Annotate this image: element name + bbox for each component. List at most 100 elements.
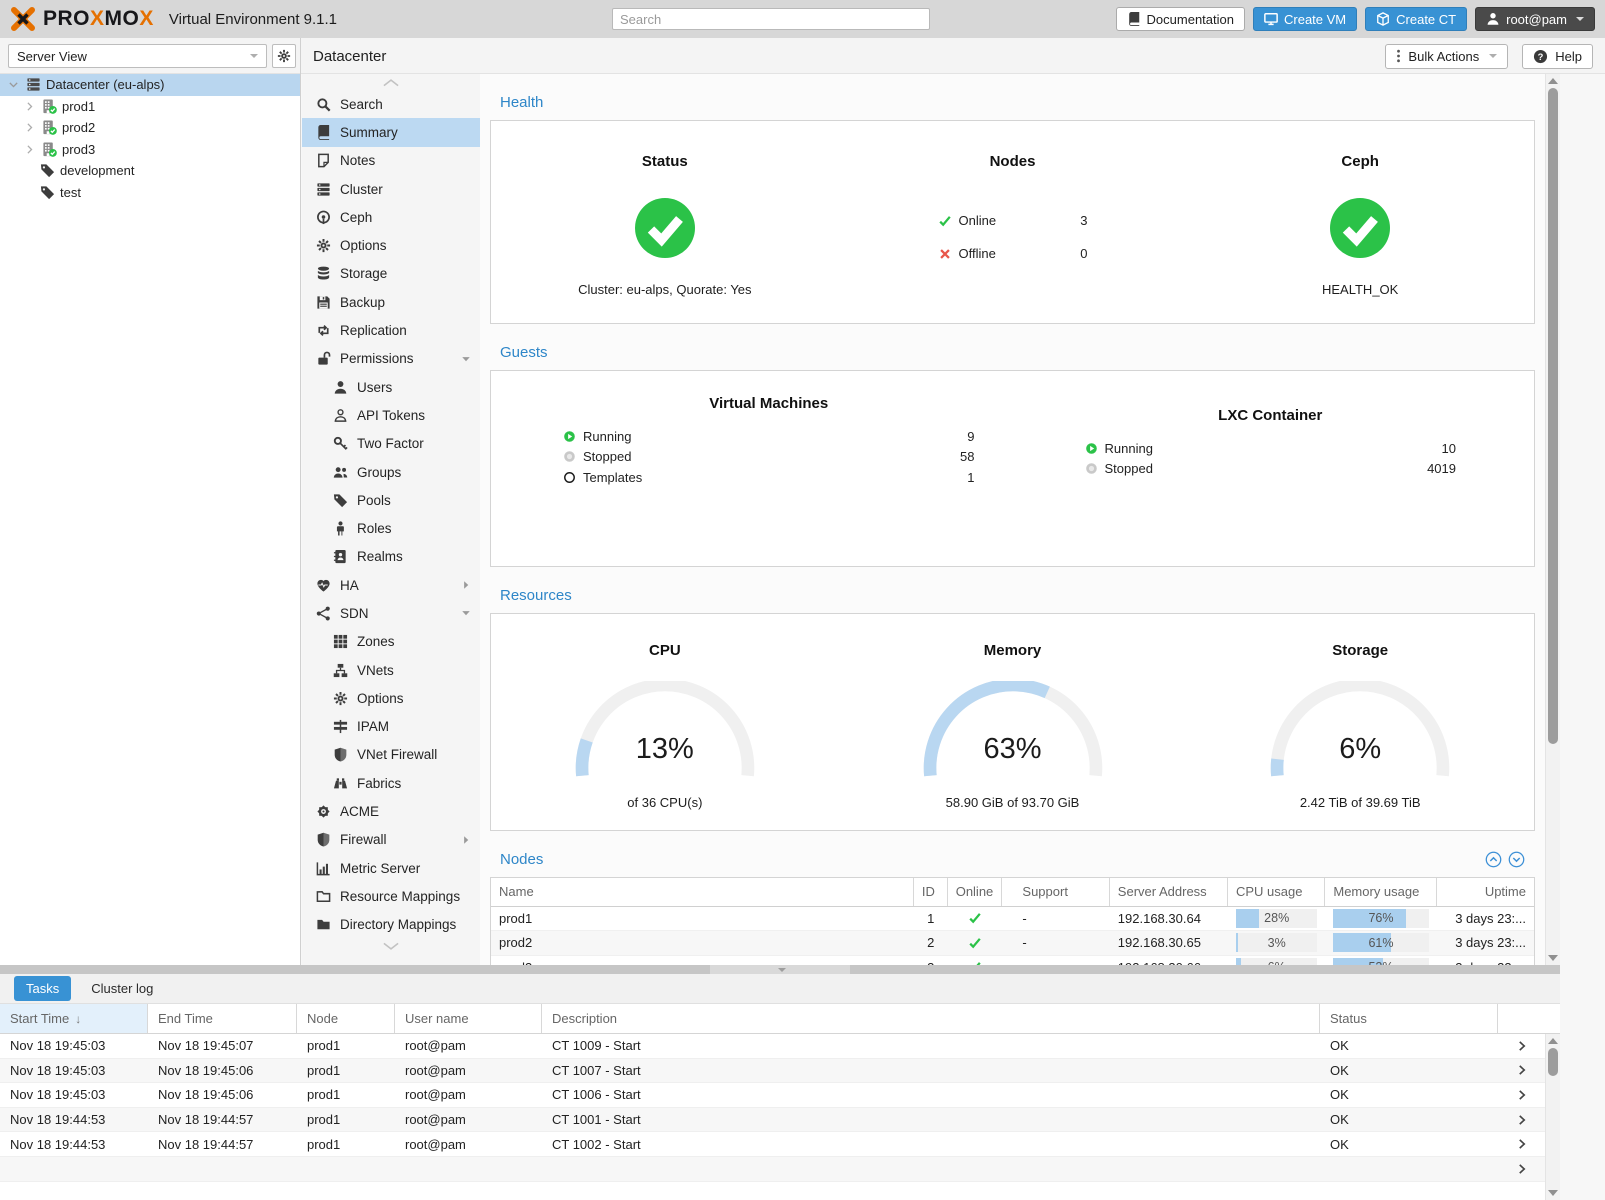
sidebar-item-acme[interactable]: ACME [302, 797, 480, 825]
sidebar-item-vnets[interactable]: VNets [302, 656, 480, 684]
node-online-icon [42, 142, 57, 157]
col-support[interactable]: Support [1002, 878, 1109, 906]
user-menu-button[interactable]: root@pam [1475, 7, 1595, 31]
main-scrollbar[interactable] [1545, 74, 1560, 965]
sidebar-item-metric-server[interactable]: Metric Server [302, 854, 480, 882]
lxc-running-label: Running [1105, 441, 1153, 456]
sidebar-item-backup[interactable]: Backup [302, 288, 480, 316]
sidebar-item-users[interactable]: Users [302, 373, 480, 401]
node-row-prod1[interactable]: prod11-192.168.30.6428%76%3 days 23:... [491, 907, 1534, 932]
col-memory-usage[interactable]: Memory usage [1325, 878, 1436, 906]
task-node: prod1 [297, 1137, 395, 1152]
task-expand-button[interactable] [1498, 1114, 1545, 1126]
menu-scroll-down[interactable] [302, 939, 480, 955]
node-row-prod2[interactable]: prod22-192.168.30.653%61%3 days 23:... [491, 931, 1534, 956]
task-row[interactable]: Nov 18 19:45:03Nov 18 19:45:07prod1root@… [0, 1034, 1560, 1059]
sidebar-item-sdn[interactable]: SDN [302, 599, 480, 627]
tasks-scrollbar[interactable] [1545, 1034, 1560, 1200]
scroll-up-arrow[interactable] [1548, 1038, 1558, 1044]
sidebar-item-api-tokens[interactable]: API Tokens [302, 401, 480, 429]
tree-item-test[interactable]: test [0, 182, 300, 204]
col-server-address[interactable]: Server Address [1110, 878, 1228, 906]
task-expand-button[interactable] [1498, 1089, 1545, 1101]
menu-scroll-up[interactable] [302, 74, 480, 90]
tab-cluster-log[interactable]: Cluster log [91, 981, 153, 996]
col-cpu-usage[interactable]: CPU usage [1228, 878, 1325, 906]
documentation-button[interactable]: Documentation [1116, 7, 1245, 31]
sidebar-item-options[interactable]: Options [302, 684, 480, 712]
col-node[interactable]: Node [297, 1004, 395, 1033]
sidebar-item-ceph[interactable]: Ceph [302, 203, 480, 231]
sidebar-item-fabrics[interactable]: Fabrics [302, 769, 480, 797]
col-id[interactable]: ID [914, 878, 948, 906]
create-ct-button[interactable]: Create CT [1365, 7, 1467, 31]
panel-splitter[interactable] [0, 965, 1560, 974]
col-start-time[interactable]: Start Time↓ [0, 1004, 148, 1033]
task-row[interactable] [0, 1157, 1560, 1182]
task-expand-button[interactable] [1498, 1064, 1545, 1076]
task-row[interactable]: Nov 18 19:44:53Nov 18 19:44:57prod1root@… [0, 1132, 1560, 1157]
node-row-prod3[interactable]: prod33-192.168.30.666%52%3 days 23:... [491, 956, 1534, 965]
bulk-actions-button[interactable]: Bulk Actions [1385, 44, 1508, 69]
splitter-handle[interactable] [710, 965, 850, 974]
task-row[interactable]: Nov 18 19:45:03Nov 18 19:45:06prod1root@… [0, 1083, 1560, 1108]
sidebar-item-cluster[interactable]: Cluster [302, 175, 480, 203]
sidebar-item-ipam[interactable]: IPAM [302, 713, 480, 741]
task-expand-button[interactable] [1498, 1040, 1545, 1052]
sidebar-item-search[interactable]: Search [302, 90, 480, 118]
col-online[interactable]: Online [948, 878, 1003, 906]
task-row[interactable]: Nov 18 19:45:03Nov 18 19:45:06prod1root@… [0, 1059, 1560, 1084]
scroll-up-arrow[interactable] [1548, 78, 1558, 84]
col-status[interactable]: Status [1320, 1004, 1498, 1033]
col-description[interactable]: Description [542, 1004, 1320, 1033]
collapse-up-button[interactable] [1485, 851, 1502, 868]
sidebar-item-replication[interactable]: Replication [302, 316, 480, 344]
sidebar-item-pools[interactable]: Pools [302, 486, 480, 514]
sidebar-item-firewall[interactable]: Firewall [302, 826, 480, 854]
sidebar-item-directory-mappings[interactable]: Directory Mappings [302, 911, 480, 939]
sidebar-item-notes[interactable]: Notes [302, 147, 480, 175]
brand-wordmark: PROXMOX [43, 7, 154, 31]
sidebar-item-realms[interactable]: Realms [302, 543, 480, 571]
sidebar-item-options[interactable]: Options [302, 231, 480, 259]
col-user-name[interactable]: User name [395, 1004, 542, 1033]
sidebar-item-groups[interactable]: Groups [302, 458, 480, 486]
scroll-down-arrow[interactable] [1548, 955, 1558, 961]
sidebar-item-permissions[interactable]: Permissions [302, 345, 480, 373]
global-search-input[interactable] [612, 8, 930, 30]
sidebar-item-label: Permissions [340, 351, 414, 366]
create-vm-button[interactable]: Create VM [1253, 7, 1357, 31]
menu-chevron-down-icon [460, 607, 472, 619]
tree-item-datacenter-eu-alps[interactable]: Datacenter (eu-alps) [0, 74, 300, 96]
col-end-time[interactable]: End Time [148, 1004, 297, 1033]
col-uptime[interactable]: Uptime [1437, 878, 1534, 906]
search-icon [316, 97, 331, 112]
sidebar-item-two-factor[interactable]: Two Factor [302, 430, 480, 458]
tree-item-prod3[interactable]: prod3 [0, 139, 300, 161]
tab-tasks[interactable]: Tasks [14, 976, 71, 1001]
sidebar-item-vnet-firewall[interactable]: VNet Firewall [302, 741, 480, 769]
scroll-down-arrow[interactable] [1548, 1190, 1558, 1196]
sidebar-item-ha[interactable]: HA [302, 571, 480, 599]
task-row[interactable]: Nov 18 19:44:53Nov 18 19:44:57prod1root@… [0, 1108, 1560, 1133]
sidebar-item-zones[interactable]: Zones [302, 628, 480, 656]
task-expand-button[interactable] [1498, 1163, 1545, 1175]
scrollbar-thumb[interactable] [1548, 1048, 1558, 1076]
tree-item-development[interactable]: development [0, 160, 300, 182]
task-end-time: Nov 18 19:45:06 [148, 1087, 297, 1102]
help-button[interactable]: ? Help [1522, 44, 1593, 69]
display-icon [1264, 12, 1278, 26]
view-options-button[interactable] [272, 44, 296, 68]
tree-item-prod1[interactable]: prod1 [0, 96, 300, 118]
tree-item-prod2[interactable]: prod2 [0, 117, 300, 139]
sidebar-item-storage[interactable]: Storage [302, 260, 480, 288]
view-selector-dropdown[interactable]: Server View [8, 44, 267, 68]
task-expand-button[interactable] [1498, 1138, 1545, 1150]
collapse-down-button[interactable] [1508, 851, 1525, 868]
col-name[interactable]: Name [491, 878, 914, 906]
scrollbar-thumb[interactable] [1548, 88, 1558, 744]
sidebar-item-summary[interactable]: Summary [302, 118, 480, 146]
task-node: prod1 [297, 1063, 395, 1078]
sidebar-item-resource-mappings[interactable]: Resource Mappings [302, 882, 480, 910]
sidebar-item-roles[interactable]: Roles [302, 514, 480, 542]
